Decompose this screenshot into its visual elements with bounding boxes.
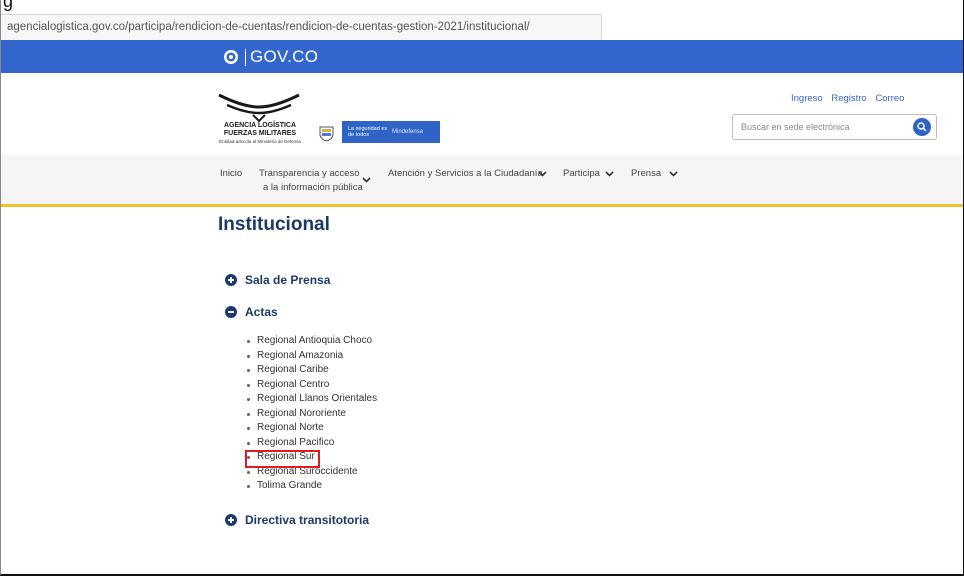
nav-prensa[interactable]: Prensa: [631, 168, 661, 179]
search-icon: [917, 122, 927, 132]
gov-co-bar: GOV.CO: [1, 40, 963, 73]
mindefensa-badge[interactable]: La seguridad es de todos Mindefensa: [342, 121, 440, 143]
list-item[interactable]: Regional Antioquia Choco: [246, 334, 377, 349]
header-links: Ingreso Registro Correo: [791, 93, 910, 104]
register-link[interactable]: Registro: [831, 93, 866, 104]
list-item[interactable]: Regional Pacifico: [246, 436, 377, 451]
list-item[interactable]: Regional Centro: [246, 378, 377, 393]
nav-atencion[interactable]: Atención y Servicios a la Ciudadanía: [388, 168, 543, 179]
cropped-text-fragment: g: [3, 0, 14, 11]
chevron-down-icon[interactable]: [538, 171, 547, 177]
actas-list: Regional Antioquia Choco Regional Amazon…: [246, 334, 377, 494]
mindefensa-slogan: La seguridad es de todos: [348, 126, 388, 138]
mail-link[interactable]: Correo: [875, 93, 904, 104]
plus-circle-icon: [225, 274, 237, 286]
colombia-emblem-icon: [224, 50, 238, 64]
search-button[interactable]: [913, 118, 931, 136]
section-sala-de-prensa[interactable]: Sala de Prensa: [225, 273, 330, 287]
list-item[interactable]: Regional Nororiente: [246, 407, 377, 422]
search-box: [732, 114, 937, 140]
screenshot-frame: g agencialogistica.gov.co/participa/rend…: [0, 0, 964, 576]
chevron-down-icon[interactable]: [605, 171, 614, 177]
list-item[interactable]: Regional Llanos Orientales: [246, 392, 377, 407]
mindefensa-name: Mindefensa: [392, 129, 424, 135]
section-label: Sala de Prensa: [245, 273, 331, 287]
list-item[interactable]: Regional Caribe: [246, 363, 377, 378]
page-title: Institucional: [218, 214, 330, 235]
section-directiva-transitotoria[interactable]: Directiva transitotoria: [225, 513, 369, 527]
search-input[interactable]: [741, 120, 901, 134]
section-label: Directiva transitotoria: [245, 513, 370, 527]
gov-co-text: GOV.CO: [250, 47, 319, 66]
chevron-down-icon[interactable]: [362, 177, 371, 183]
agency-name: AGENCIA LOGÍSTICA FUERZAS MILITARES: [223, 122, 297, 137]
agency-subtitle: Entidad adscrita al Ministerio de Defens…: [219, 139, 301, 144]
agency-logo-icon[interactable]: [213, 87, 305, 147]
nav-participa[interactable]: Participa: [563, 168, 600, 179]
section-actas[interactable]: Actas: [225, 305, 278, 319]
plus-circle-icon: [225, 514, 237, 526]
highlight-annotation: [245, 450, 320, 468]
address-bar[interactable]: agencialogistica.gov.co/participa/rendic…: [1, 14, 602, 42]
login-link[interactable]: Ingreso: [791, 93, 823, 104]
colombia-shield-icon: [319, 126, 334, 142]
list-item[interactable]: Regional Norte: [246, 421, 377, 436]
nav-transparencia-line2[interactable]: a la información pública: [263, 182, 363, 193]
list-item[interactable]: Tolima Grande: [246, 479, 377, 494]
url-text[interactable]: agencialogistica.gov.co/participa/rendic…: [7, 21, 530, 33]
nav-inicio[interactable]: Inicio: [220, 168, 242, 179]
main-nav: Inicio Transparencia y acceso a la infor…: [1, 155, 963, 207]
gov-logo-separator: [245, 48, 246, 66]
minus-circle-icon: [225, 306, 237, 318]
section-label: Actas: [245, 305, 278, 319]
chevron-down-icon[interactable]: [669, 171, 678, 177]
list-item[interactable]: Regional Amazonia: [246, 349, 377, 364]
nav-transparencia-line1[interactable]: Transparencia y acceso: [259, 168, 360, 179]
gov-co-logo[interactable]: GOV.CO: [223, 46, 318, 68]
